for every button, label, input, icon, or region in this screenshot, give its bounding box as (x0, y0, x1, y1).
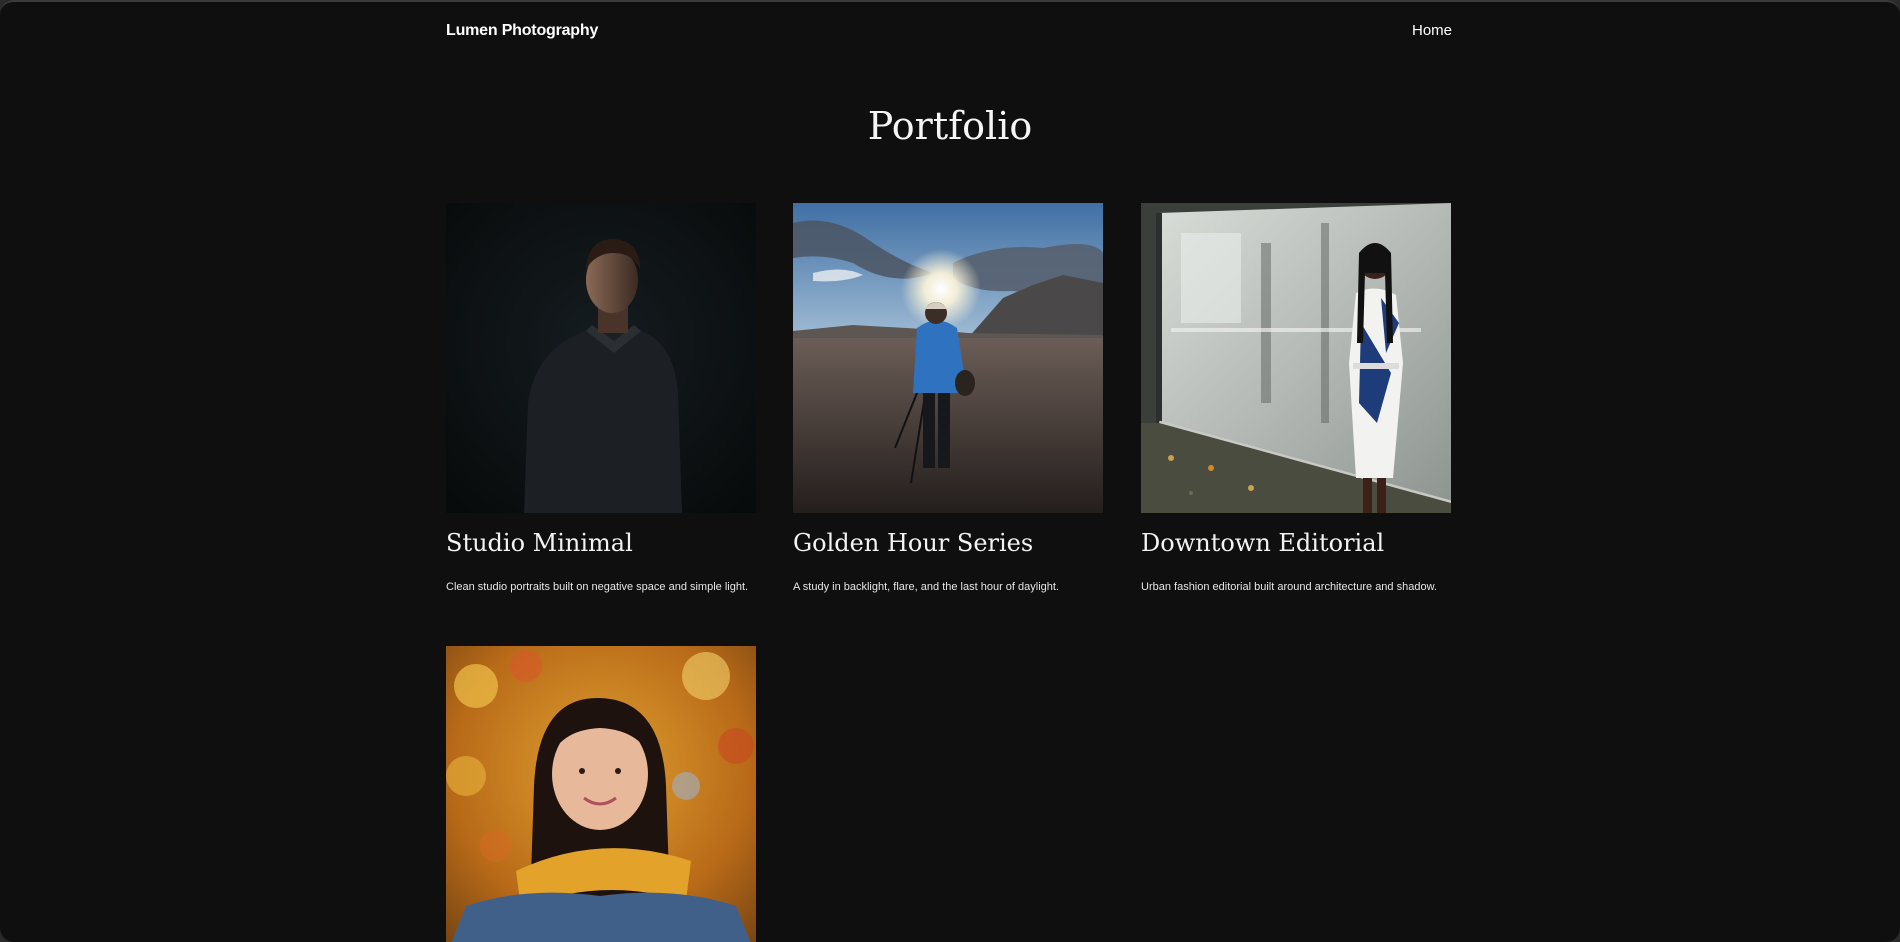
studio-portrait-photo (446, 203, 756, 513)
autumn-portrait-photo (446, 646, 756, 942)
portfolio-image-studio-portrait[interactable] (446, 203, 756, 513)
page-title: Portfolio (867, 104, 1033, 148)
site-header: Lumen Photography Home (446, 2, 1452, 62)
portfolio-card-title: Golden Hour Series (793, 529, 1034, 557)
downtown-editorial-photo (1141, 203, 1451, 513)
portfolio-image-autumn-portrait[interactable] (446, 646, 756, 942)
nav-link-home[interactable]: Home (1412, 22, 1452, 39)
portfolio-image-downtown-editorial[interactable] (1141, 203, 1451, 513)
portfolio-card-title: Downtown Editorial (1141, 529, 1385, 557)
portfolio-card-title: Studio Minimal (446, 529, 633, 557)
portfolio-image-golden-hour[interactable] (793, 203, 1103, 513)
portfolio-card-description: Urban fashion editorial built around arc… (1141, 581, 1437, 593)
portfolio-card-description: A study in backlight, flare, and the las… (793, 581, 1059, 593)
browser-viewport: Lumen Photography Home Portfolio Studio … (0, 0, 1900, 942)
portfolio-card-description: Clean studio portraits built on negative… (446, 581, 749, 593)
golden-hour-photo (793, 203, 1103, 513)
brand-logo-link[interactable]: Lumen Photography (446, 22, 598, 40)
